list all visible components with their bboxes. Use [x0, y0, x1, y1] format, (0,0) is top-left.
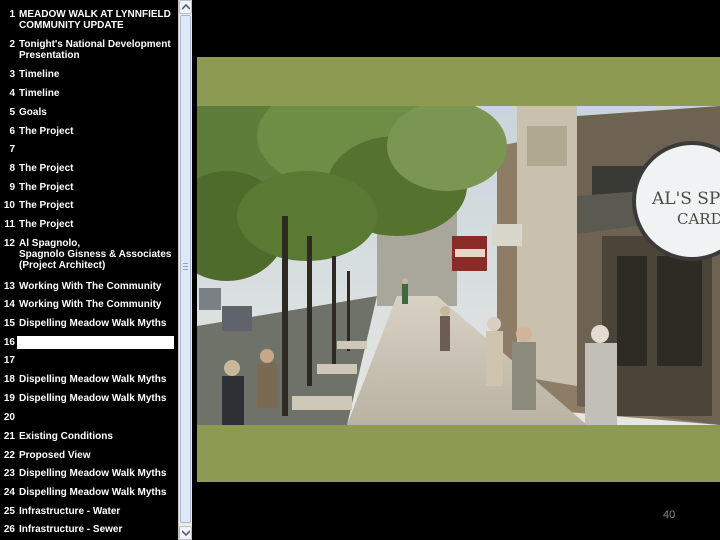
outline-item-number: 3: [9, 69, 15, 80]
outline-item-number: 22: [3, 450, 15, 461]
outline-item-title: Dispelling Meadow Walk Myths: [19, 468, 167, 479]
slide-bottom-band: [197, 425, 720, 482]
outline-item-number: 17: [3, 355, 15, 366]
outline-item-title: Proposed View: [19, 450, 91, 461]
outline-scrollbar[interactable]: [178, 0, 192, 540]
outline-item-number: 1: [9, 9, 15, 20]
outline-item-number: 14: [3, 299, 15, 310]
outline-item-title: Dispelling Meadow Walk Myths: [19, 318, 167, 329]
outline-item-number: 10: [3, 200, 15, 211]
outline-item-number: 11: [4, 219, 15, 230]
scroll-thumb[interactable]: [180, 15, 191, 523]
outline-item-title: The Project: [19, 126, 74, 137]
outline-item-number: 18: [3, 374, 15, 385]
outline-item-title: The Project: [19, 182, 74, 193]
arrow-up-icon: [182, 4, 190, 10]
outline-item-number: 16: [3, 337, 15, 348]
outline-item-number: 26: [3, 524, 15, 535]
slide-canvas: AL'S SPO CARD: [193, 0, 720, 540]
outline-item-title: Infrastructure - Water: [19, 506, 121, 517]
outline-item-title: Timeline: [19, 69, 60, 80]
outline-item-number: 7: [9, 144, 15, 155]
outline-item-title: Working With The Community: [19, 281, 162, 292]
outline-item-number: 4: [9, 88, 15, 99]
outline-item-title: Dispelling Meadow Walk Myths: [19, 337, 167, 348]
outline-item-number: 19: [3, 393, 15, 404]
outline-item-number: 12: [3, 238, 15, 249]
slide-top-band: [197, 57, 720, 106]
outline-item-number: 8: [9, 163, 15, 174]
round-sign-text-1: AL'S SPO: [651, 189, 720, 209]
outline-item-number: 13: [3, 281, 15, 292]
outline-item-title: The Project: [19, 200, 74, 211]
outline-item-number: 20: [3, 412, 15, 423]
outline-item-number: 5: [9, 107, 15, 118]
outline-item-number: 6: [9, 126, 15, 137]
outline-item-number: 2: [9, 39, 15, 50]
outline-item-title: The Project: [19, 163, 74, 174]
scroll-down-button[interactable]: [179, 526, 192, 540]
outline-item-title: Dispelling Meadow Walk Myths: [19, 374, 167, 385]
outline-item-title: Timeline: [19, 88, 60, 99]
outline-item-title: Dispelling Meadow Walk Myths: [19, 487, 167, 498]
outline-item-title: MEADOW WALK AT LYNNFIELD COMMUNITY UPDAT…: [19, 9, 171, 31]
round-sign-text-2: CARD: [677, 210, 720, 228]
outline-item-title: Goals: [19, 107, 47, 118]
outline-item-title: Working With The Community: [19, 299, 162, 310]
grip-icon: [183, 263, 188, 271]
slide-outline-panel: 1 MEADOW WALK AT LYNNFIELD COMMUNITY UPDA…: [0, 0, 178, 540]
arrow-down-icon: [182, 530, 190, 536]
outline-item-title: Al Spagnolo, Spagnolo Gisness & Associat…: [19, 238, 172, 271]
outline-item-number: 9: [9, 182, 15, 193]
outline-item-number: 15: [3, 318, 15, 329]
outline-item-title: Dispelling Meadow Walk Myths: [19, 393, 167, 404]
outline-item-number: 24: [3, 487, 15, 498]
streetscape-rendering: AL'S SPO CARD: [197, 106, 720, 425]
outline-item-title: The Project: [19, 219, 74, 230]
outline-item-number: 23: [3, 468, 15, 479]
outline-item-number: 25: [3, 506, 15, 517]
outline-item-number: 21: [3, 431, 15, 442]
outline-item-title: Existing Conditions: [19, 431, 113, 442]
slide-number: 40: [663, 509, 676, 521]
outline-item-title: Tonight's National Development Presentat…: [19, 39, 171, 61]
outline-item-title: Infrastructure - Sewer: [19, 524, 123, 535]
scroll-up-button[interactable]: [179, 0, 192, 14]
